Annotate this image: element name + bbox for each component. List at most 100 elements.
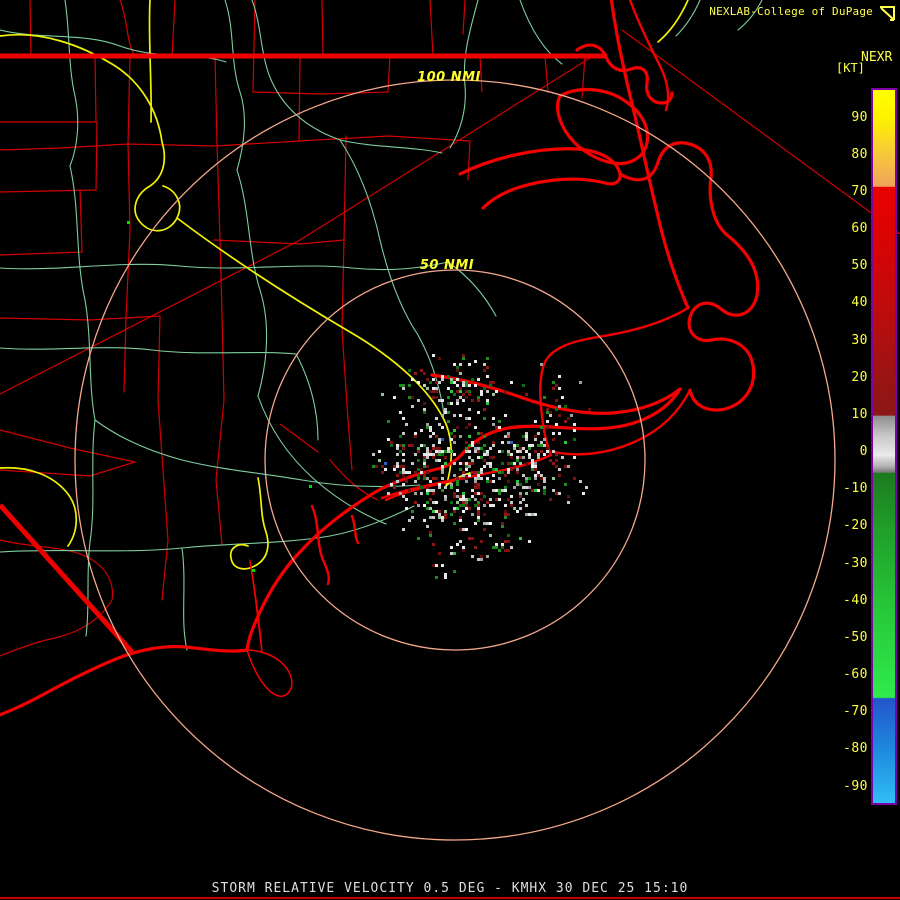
echo-cell [432, 444, 435, 447]
echo-cell [459, 414, 462, 417]
echo-cell [408, 489, 411, 492]
echo-cell [525, 477, 528, 480]
echo-cell [459, 516, 462, 519]
echo-cell [444, 411, 447, 414]
echo-cell [459, 396, 462, 399]
echo-cell [429, 534, 432, 537]
echo-cell [537, 453, 540, 456]
echo-cell [429, 390, 432, 393]
echo-cell [435, 435, 438, 438]
echo-cell [513, 507, 516, 510]
echo-cell [465, 396, 468, 399]
echo-cell [477, 501, 480, 504]
echo-cell [405, 480, 408, 483]
echo-cell [441, 519, 444, 522]
echo-cell [489, 465, 492, 468]
echo-cell [435, 387, 438, 390]
echo-cell [402, 471, 405, 474]
product-code: NEXR [861, 50, 892, 65]
echo-cell [423, 477, 426, 480]
echo-cell [426, 456, 429, 459]
echo-cell [450, 546, 453, 549]
radar-display: 50 NMI100 NMI NEXLAB-College of DuPage N… [0, 0, 900, 900]
echo-cell [399, 465, 402, 468]
echo-cell [477, 504, 480, 507]
echo-cell [462, 384, 465, 387]
colorbar-tick-label: -30 [824, 556, 868, 572]
echo-cell [471, 441, 474, 444]
echo-cell [525, 504, 528, 507]
echo-cell [387, 438, 390, 441]
echo-cell [402, 417, 405, 420]
echo-cell [537, 471, 540, 474]
echo-cell [414, 372, 417, 375]
echo-cell [399, 492, 402, 495]
echo-cell [543, 492, 546, 495]
echo-cell [444, 486, 447, 489]
echo-cell [411, 516, 414, 519]
colorbar-tick-label: 40 [824, 295, 868, 311]
echo-cell [468, 462, 471, 465]
echo-cell [468, 537, 471, 540]
echo-cell [459, 540, 462, 543]
echo-cell [504, 540, 507, 543]
echo-cell [561, 396, 564, 399]
echo-cell [516, 450, 519, 453]
echo-cell [477, 483, 480, 486]
echo-cell [429, 507, 432, 510]
echo-cell [429, 381, 432, 384]
echo-cell [432, 396, 435, 399]
echo-cell [411, 444, 414, 447]
echo-cell [459, 390, 462, 393]
echo-cell [465, 390, 468, 393]
echo-cell [501, 441, 504, 444]
echo-cell [522, 435, 525, 438]
colorbar-tick-label: 10 [824, 407, 868, 423]
echo-cell [483, 528, 486, 531]
echo-cell [432, 354, 435, 357]
echo-cell [456, 543, 459, 546]
echo-cell [537, 483, 540, 486]
echo-cell [495, 489, 498, 492]
echo-cell [507, 513, 510, 516]
echo-cell [426, 486, 429, 489]
echo-cell [456, 483, 459, 486]
echo-cell [465, 450, 468, 453]
echo-cell [537, 489, 540, 492]
echo-cell [435, 501, 438, 504]
echo-cell [441, 564, 444, 567]
echo-cell [543, 438, 546, 441]
echo-cell [462, 357, 465, 360]
echo-cell [459, 519, 462, 522]
echo-cell [516, 471, 519, 474]
echo-cell [435, 381, 438, 384]
echo-cell [417, 381, 420, 384]
echo-cell [432, 378, 435, 381]
echo-cell [411, 378, 414, 381]
echo-cell [510, 453, 513, 456]
echo-cell [426, 507, 429, 510]
echo-cell [477, 456, 480, 459]
echo-cell [468, 417, 471, 420]
echo-cell [558, 414, 561, 417]
echo-cell [495, 426, 498, 429]
echo-cell [474, 447, 477, 450]
echo-cell [468, 390, 471, 393]
echo-cell [435, 459, 438, 462]
echo-cell [453, 414, 456, 417]
echo-cell [441, 516, 444, 519]
echo-cell [474, 504, 477, 507]
echo-cell [498, 549, 501, 552]
echo-cell [402, 384, 405, 387]
echo-cell [423, 384, 426, 387]
echo-cell [525, 480, 528, 483]
echo-cell [447, 447, 450, 450]
echo-cell [468, 507, 471, 510]
echo-cell [441, 414, 444, 417]
echo-cell [402, 432, 405, 435]
echo-cell [498, 489, 501, 492]
echo-cell [507, 549, 510, 552]
echo-cell [432, 516, 435, 519]
echo-cell [411, 462, 414, 465]
echo-cell [432, 453, 435, 456]
